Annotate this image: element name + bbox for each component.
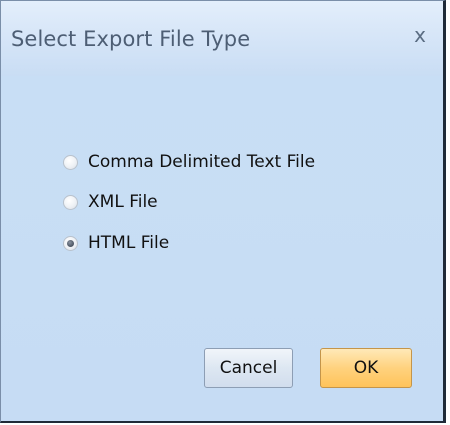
cancel-button[interactable]: Cancel — [204, 348, 293, 388]
close-icon[interactable]: x — [409, 23, 431, 47]
dialog-content: Comma Delimited Text File XML File HTML … — [1, 76, 443, 421]
option-html[interactable]: HTML File — [63, 231, 169, 255]
dialog-titlebar: Select Export File Type x — [1, 1, 443, 76]
radio-button[interactable] — [63, 154, 78, 170]
radio-button[interactable] — [63, 194, 78, 210]
option-comma-delimited[interactable]: Comma Delimited Text File — [63, 150, 315, 174]
option-xml[interactable]: XML File — [63, 190, 158, 214]
option-label: XML File — [88, 192, 158, 212]
option-label: Comma Delimited Text File — [88, 152, 316, 172]
option-label: HTML File — [88, 233, 170, 253]
ok-button[interactable]: OK — [320, 348, 412, 388]
radio-button[interactable] — [63, 235, 78, 251]
export-file-type-dialog: Select Export File Type x Comma Delimite… — [0, 0, 446, 423]
dialog-title: Select Export File Type — [11, 27, 251, 51]
